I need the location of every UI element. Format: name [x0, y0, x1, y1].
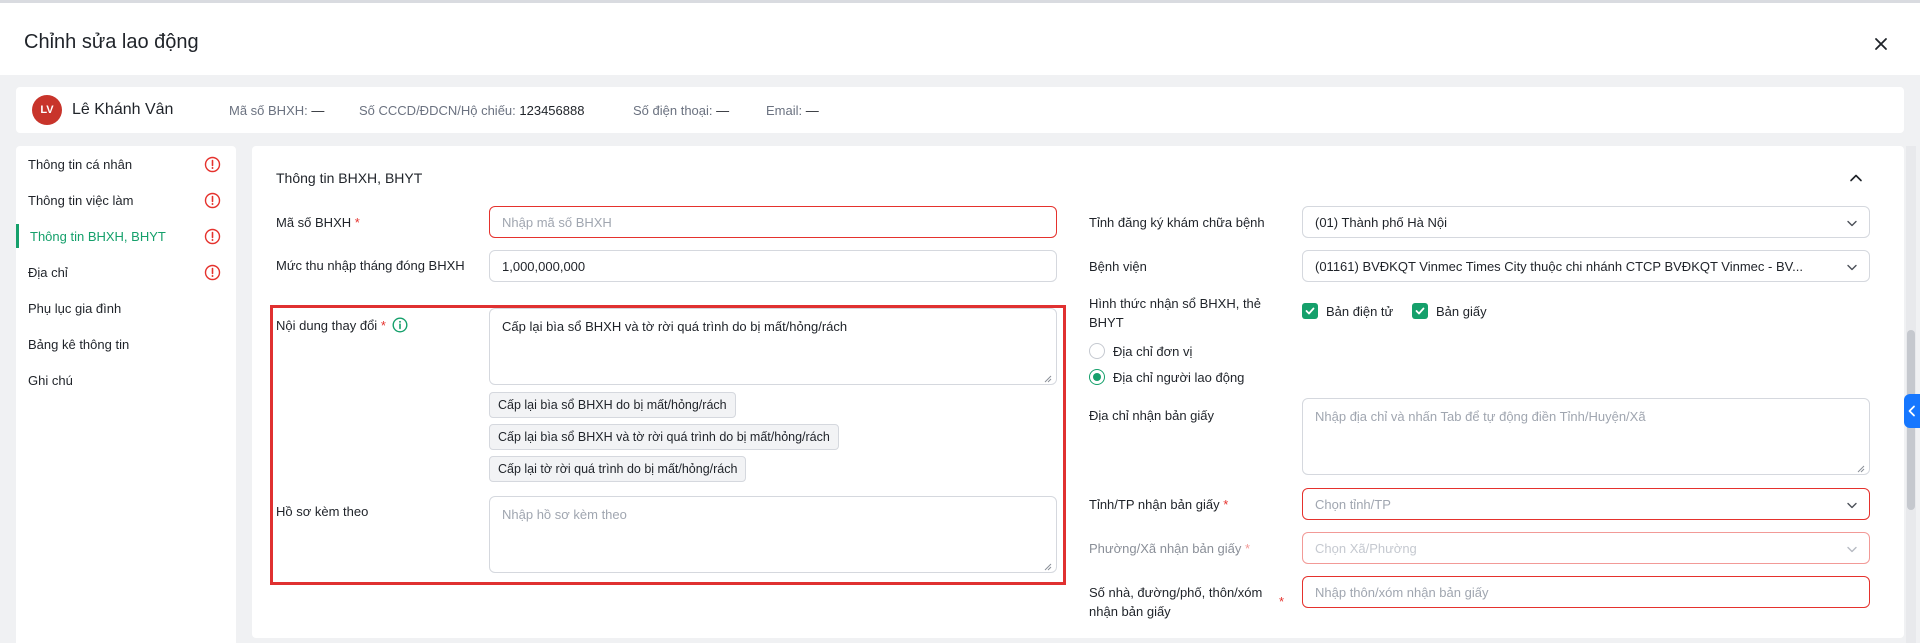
sidebar-item-label: Phụ lục gia đình [28, 301, 122, 316]
benh-vien-select[interactable]: (01161) BVĐKQT Vinmec Times City thuộc c… [1302, 250, 1870, 282]
label-tinh-kham-chua-benh: Tỉnh đăng ký khám chữa bệnh [1089, 215, 1265, 230]
ma-so-bhxh-input[interactable]: Nhập mã số BHXH [489, 206, 1057, 238]
label-hinh-thuc-nhan: Hình thức nhận sổ BHXH, thẻ BHYT [1089, 296, 1262, 330]
chevron-down-icon [1845, 216, 1859, 230]
label-ma-so-bhxh: Mã số BHXH * [276, 215, 360, 230]
sidebar-item-label: Thông tin BHXH, BHYT [30, 229, 166, 244]
label-so-nha-nhan-ban-giay: Số nhà, đường/phố, thôn/xóm nhận bản giấ… [1089, 585, 1263, 619]
phuong-xa-nhan-ban-giay-select[interactable]: Chọn Xã/Phường [1302, 532, 1870, 564]
sidebar-item-label: Địa chỉ [28, 265, 68, 280]
employee-name: Lê Khánh Vân [72, 101, 174, 118]
label-benh-vien: Bệnh viện [1089, 259, 1147, 274]
tinh-kham-chua-benh-select[interactable]: (01) Thành phố Hà Nội [1302, 206, 1870, 238]
label-tinh-tp-nhan-ban-giay: Tỉnh/TP nhận bản giấy * [1089, 497, 1229, 512]
sidebar-item-label: Ghi chú [28, 373, 73, 388]
info-phone: Số điện thoại: — [633, 103, 730, 118]
sidebar-item-info-statement[interactable]: Bảng kê thông tin [16, 326, 236, 362]
sidebar-item-employment-info[interactable]: Thông tin việc làm [16, 182, 236, 218]
info-cccd: Số CCCD/ĐDCN/Hộ chiếu: 123456888 [359, 103, 585, 118]
radio-dia-chi-nguoi-lao-dong[interactable] [1089, 369, 1105, 385]
sidebar-item-address[interactable]: Địa chỉ [16, 254, 236, 290]
chevron-down-icon [1845, 542, 1859, 556]
sidebar-item-label: Thông tin việc làm [28, 193, 134, 208]
chevron-down-icon [1845, 498, 1859, 512]
sidebar-item-insurance-info[interactable]: Thông tin BHXH, BHYT [16, 218, 236, 254]
close-icon[interactable] [1870, 33, 1892, 55]
label-muc-thu-nhap: Mức thu nhập tháng đóng BHXH [276, 258, 465, 273]
employee-summary: LV Lê Khánh Vân Mã số BHXH: — Số CCCD/ĐD… [16, 87, 1904, 133]
radio-dia-chi-don-vi[interactable] [1089, 343, 1105, 359]
sidebar-item-notes[interactable]: Ghi chú [16, 362, 236, 398]
dialog-title: Chỉnh sửa lao động [24, 31, 199, 53]
sidebar-item-label: Thông tin cá nhân [28, 157, 133, 172]
section-nav: Thông tin cá nhân Thông tin việc làm Thô… [16, 146, 236, 643]
alert-circle-icon [204, 192, 221, 209]
dia-chi-nhan-ban-giay-textarea[interactable]: Nhập địa chỉ và nhấn Tab để tự động điền… [1302, 398, 1870, 475]
alert-circle-icon [204, 228, 221, 245]
dialog-header: Chỉnh sửa lao động [0, 3, 1920, 75]
resize-grip-icon[interactable] [1856, 461, 1865, 473]
checkbox-label-ban-giay: Bản giấy [1436, 304, 1487, 319]
info-ma-so-bhxh: Mã số BHXH: — [229, 103, 325, 118]
muc-thu-nhap-input[interactable]: 1,000,000,000 [489, 250, 1057, 282]
required-marker-so-nha: * [1279, 594, 1285, 609]
alert-circle-icon [204, 156, 221, 173]
checkbox-ban-giay[interactable] [1412, 303, 1428, 319]
chevron-up-icon[interactable] [1846, 168, 1866, 188]
radio-label-dia-chi-don-vi: Địa chỉ đơn vị [1113, 344, 1193, 359]
checkbox-ban-dien-tu[interactable] [1302, 303, 1318, 319]
section-title: Thông tin BHXH, BHYT [276, 170, 423, 186]
sidebar-item-family-appendix[interactable]: Phụ lục gia đình [16, 290, 236, 326]
alert-circle-icon [204, 264, 221, 281]
chevron-down-icon [1845, 260, 1859, 274]
tinh-tp-nhan-ban-giay-select[interactable]: Chọn tỉnh/TP [1302, 488, 1870, 520]
side-panel-toggle[interactable] [1904, 394, 1920, 428]
avatar: LV [32, 95, 62, 125]
label-dia-chi-nhan-ban-giay: Địa chỉ nhận bản giấy [1089, 408, 1215, 423]
so-nha-nhan-ban-giay-input[interactable]: Nhập thôn/xóm nhận bản giấy [1302, 576, 1870, 608]
highlight-box [270, 305, 1066, 585]
sidebar-item-personal-info[interactable]: Thông tin cá nhân [16, 146, 236, 182]
checkbox-label-ban-dien-tu: Bản điện tử [1326, 304, 1394, 319]
sidebar-item-label: Bảng kê thông tin [28, 337, 130, 352]
info-email: Email: — [766, 103, 819, 118]
label-phuong-xa-nhan-ban-giay: Phường/Xã nhận bản giấy * [1089, 541, 1251, 556]
radio-label-dia-chi-nguoi-lao-dong: Địa chỉ người lao động [1113, 370, 1245, 385]
